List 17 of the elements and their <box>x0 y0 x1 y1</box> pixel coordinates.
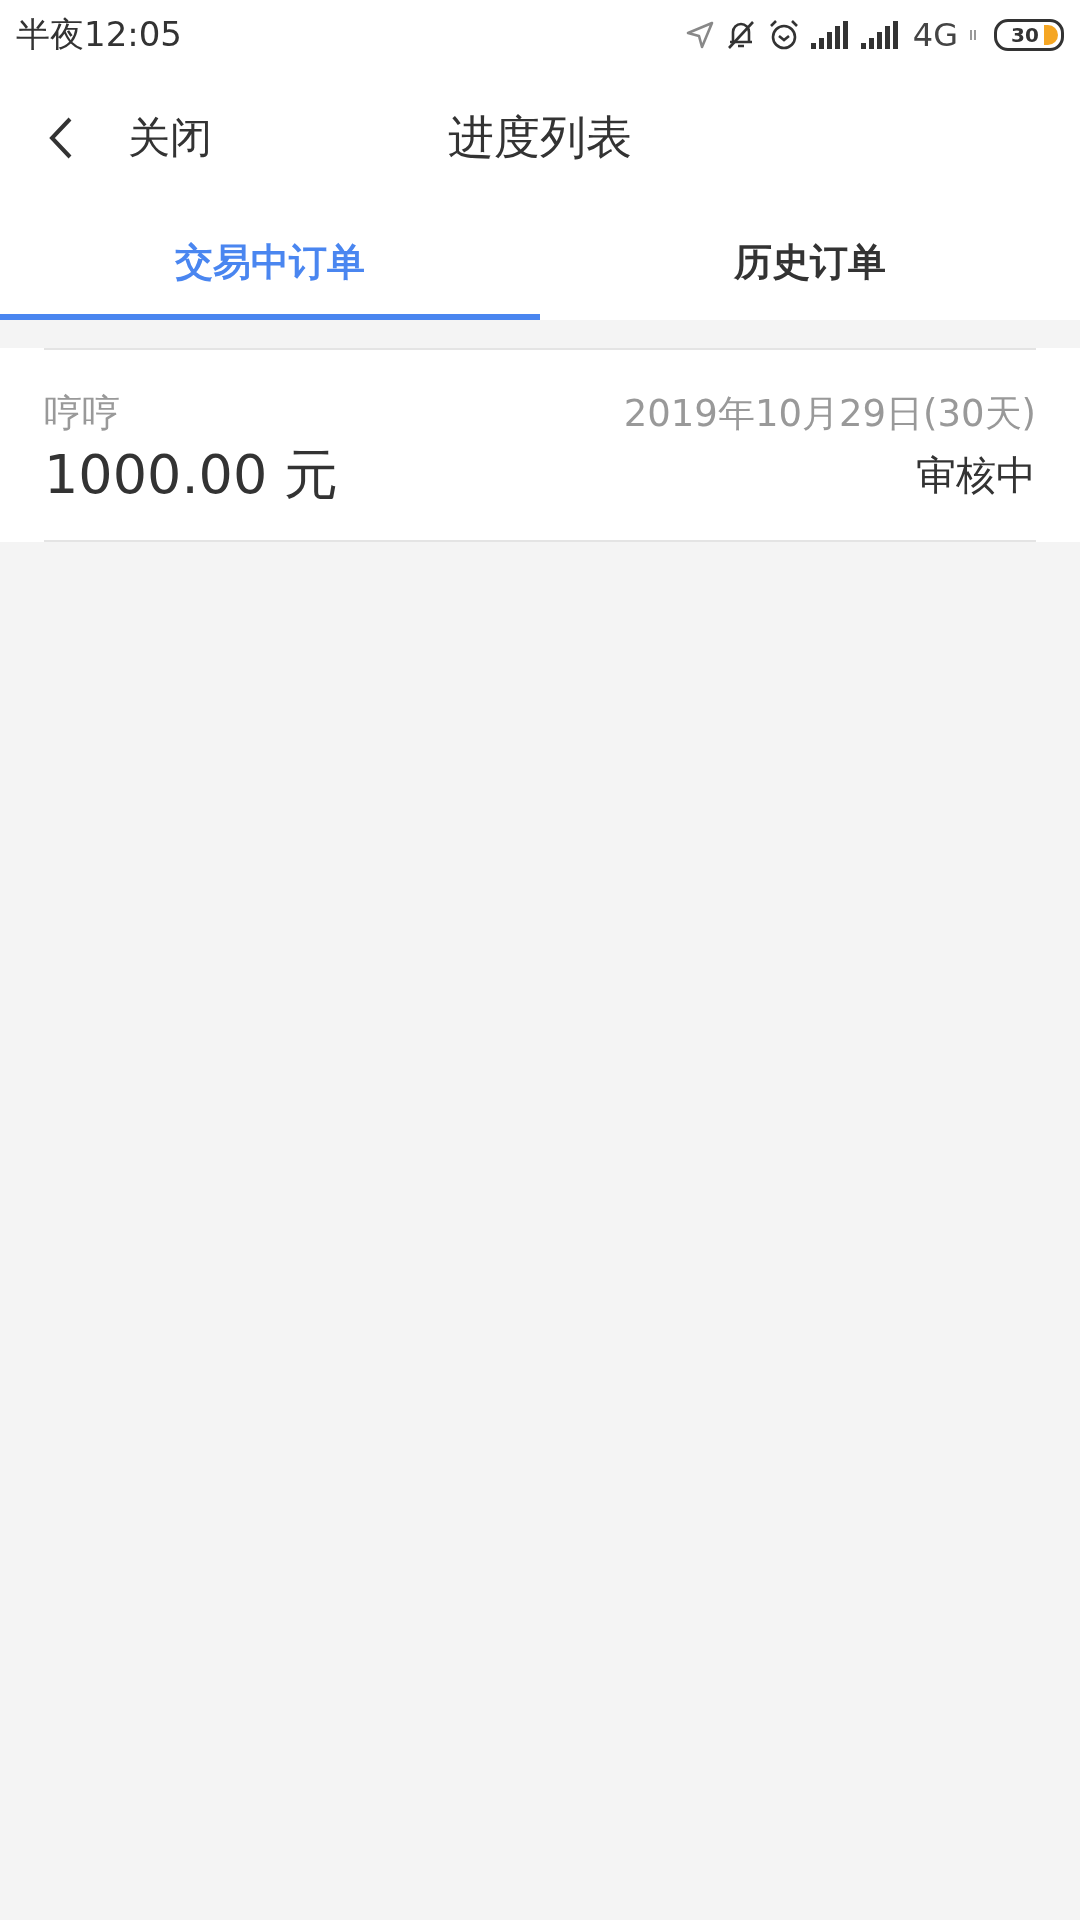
order-name: 哼哼 <box>44 390 120 437</box>
signal-bars-icon <box>810 21 851 49</box>
data-arrows-icon <box>968 28 978 42</box>
clock-time: 半夜12:05 <box>16 13 182 56</box>
location-arrow-icon <box>684 20 715 50</box>
signal-bars-icon <box>860 21 901 49</box>
tab[interactable]: 历史订单 <box>540 205 1080 320</box>
page-title: 进度列表 <box>448 108 632 166</box>
close-link[interactable]: 关闭 <box>128 109 212 166</box>
back-chevron-icon <box>48 115 74 160</box>
battery-icon: 30 <box>994 19 1064 51</box>
order-status: 审核中 <box>916 451 1036 500</box>
order-amount: 1000.00 元 <box>44 442 339 508</box>
order-card[interactable]: 哼哼 2019年10月29日(30天) 1000.00 元 审核中 <box>0 348 1080 542</box>
tab[interactable]: 交易中订单 <box>0 205 540 320</box>
order-date: 2019年10月29日(30天) <box>623 390 1036 437</box>
network-type: 4G <box>912 16 958 54</box>
